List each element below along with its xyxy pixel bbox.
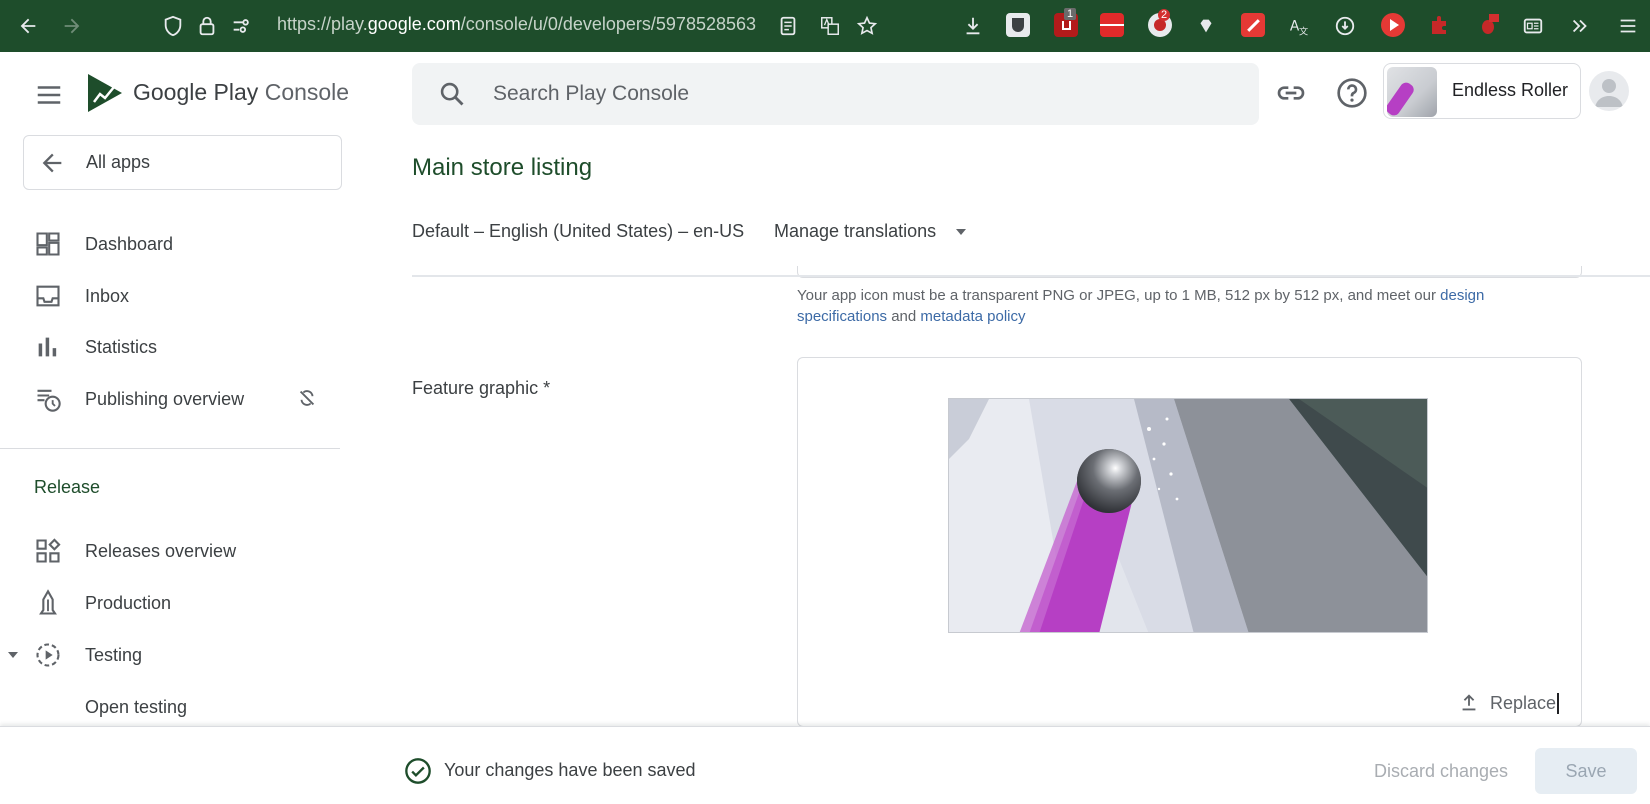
- download-icon[interactable]: [958, 11, 988, 41]
- browser-menu-icon[interactable]: [1613, 11, 1643, 41]
- nav-item-releases-overview[interactable]: Releases overview: [0, 527, 340, 575]
- production-icon: [39, 589, 57, 615]
- forward-icon[interactable]: [57, 11, 87, 41]
- gem-extension-icon[interactable]: [1191, 11, 1221, 41]
- arrow-back-icon: [42, 153, 62, 173]
- releases-overview-icon: [36, 538, 61, 563]
- app-root: https://play.google.com/console/u/0/deve…: [0, 0, 1650, 804]
- page-title: Main store listing: [412, 154, 593, 181]
- nav-item-testing[interactable]: Testing: [0, 631, 340, 679]
- discard-changes-button[interactable]: Discard changes: [1356, 748, 1526, 794]
- reader-view-icon[interactable]: [773, 11, 803, 41]
- all-apps-button[interactable]: All apps: [23, 135, 342, 190]
- replace-button[interactable]: Replace: [1458, 690, 1564, 716]
- link-icon[interactable]: [1275, 77, 1307, 109]
- all-apps-label: All apps: [86, 152, 151, 172]
- upload-icon: [1462, 694, 1476, 711]
- nav-item-open-testing[interactable]: Open testing: [0, 683, 340, 731]
- ublock-badge: 1: [1064, 8, 1077, 20]
- inbox-icon: [36, 285, 60, 307]
- nav-item-label: Open testing: [85, 697, 188, 717]
- nav-item-inbox[interactable]: Inbox: [0, 272, 340, 320]
- language-label: Default – English (United States) – en-U…: [412, 221, 745, 241]
- search-input-placeholder[interactable]: Search Play Console: [493, 82, 689, 106]
- metadata-policy-link[interactable]: metadata policy: [920, 308, 1025, 325]
- browser-toolbar: https://play.google.com/console/u/0/deve…: [0, 0, 1650, 52]
- nav-divider: [0, 448, 340, 449]
- feature-graphic-image: [948, 398, 1428, 633]
- back-icon[interactable]: [13, 11, 43, 41]
- sync-disabled-icon: [299, 390, 315, 406]
- testing-icon: [36, 643, 60, 667]
- avatar[interactable]: [1589, 71, 1629, 111]
- overflow-chevrons-icon[interactable]: [1565, 11, 1595, 41]
- nav-item-label: Production: [85, 593, 172, 613]
- replace-label: Replace: [1490, 693, 1560, 714]
- nav-item-statistics[interactable]: Statistics: [0, 323, 340, 371]
- statistics-icon: [38, 337, 57, 357]
- puzzle-extension-icon[interactable]: [1428, 13, 1452, 37]
- help-icon[interactable]: [1336, 77, 1368, 109]
- release-section-title: Release: [34, 477, 101, 497]
- nav-item-label: Testing: [85, 645, 143, 665]
- search-icon: [440, 82, 464, 106]
- nav-item-publishing-overview[interactable]: Publishing overview: [0, 375, 340, 423]
- manage-translations-label: Manage translations: [774, 221, 937, 241]
- nav-item-label: Inbox: [85, 286, 130, 306]
- search-bar[interactable]: Search Play Console: [412, 63, 1259, 125]
- product-name: Google Play Console: [133, 79, 350, 105]
- app-icon-help-text: Your app icon must be a transparent PNG …: [797, 287, 1485, 325]
- manage-translations-dropdown[interactable]: Manage translations: [774, 221, 966, 242]
- hamburger-menu-icon[interactable]: [34, 80, 64, 110]
- site-permissions-icon[interactable]: [226, 11, 256, 41]
- nav-item-dashboard[interactable]: Dashboard: [0, 220, 340, 268]
- bug-extension-icon[interactable]: [1476, 13, 1500, 37]
- svg-text:文: 文: [1299, 25, 1308, 37]
- save-status-text: Your changes have been saved: [444, 760, 696, 780]
- dashboard-icon: [36, 232, 60, 256]
- nav-item-label: Statistics: [85, 337, 158, 357]
- address-bar[interactable]: https://play.google.com/console/u/0/deve…: [277, 14, 767, 35]
- color-picker-extension-icon[interactable]: [1241, 13, 1265, 37]
- nav-item-label: Dashboard: [85, 234, 174, 254]
- publishing-overview-icon: [37, 389, 61, 412]
- header-divider: [412, 275, 1650, 277]
- password-manager-icon[interactable]: [1006, 13, 1030, 37]
- shield-icon[interactable]: [158, 11, 188, 41]
- feature-graphic-label: Feature graphic *: [412, 378, 551, 398]
- download-manager-icon[interactable]: [1330, 11, 1360, 41]
- app-selector[interactable]: Endless Roller: [1383, 63, 1581, 119]
- extension-flag-icon[interactable]: [1100, 13, 1124, 37]
- lock-icon[interactable]: [192, 11, 222, 41]
- nav-item-production[interactable]: Production: [0, 579, 340, 627]
- app-name: Endless Roller: [1452, 80, 1569, 100]
- extension-badge: 2: [1158, 9, 1171, 21]
- app-thumbnail: [1387, 67, 1437, 117]
- nav-item-label: Publishing overview: [85, 389, 245, 409]
- translate-icon[interactable]: [815, 11, 845, 41]
- dropdown-arrow-icon: [956, 229, 966, 235]
- check-circle-icon: [405, 758, 431, 784]
- bookmark-star-icon[interactable]: [852, 11, 882, 41]
- video-extension-icon[interactable]: [1381, 13, 1405, 37]
- save-button[interactable]: Save: [1535, 748, 1637, 794]
- translator-extension-icon[interactable]: A文: [1284, 11, 1314, 41]
- nav-item-label: Releases overview: [85, 541, 237, 561]
- reader-extension-icon[interactable]: [1518, 11, 1548, 41]
- play-console-logo-icon: [86, 72, 124, 114]
